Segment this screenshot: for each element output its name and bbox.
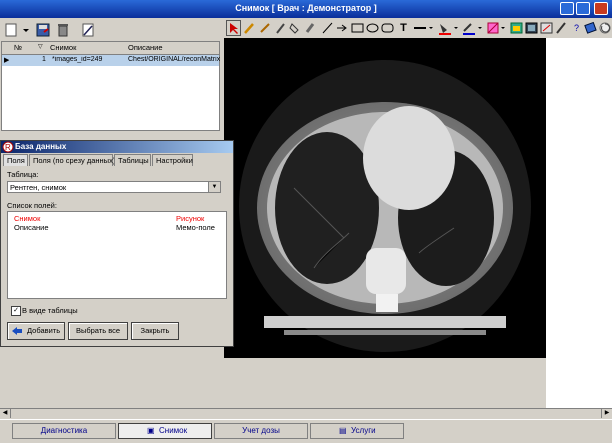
eraser-icon[interactable] <box>303 20 318 36</box>
chevron-down-icon[interactable]: ▼ <box>208 182 220 192</box>
column-header-image[interactable]: Снимок <box>50 43 76 52</box>
add-button[interactable]: Добавить <box>7 322 65 340</box>
tab-tables[interactable]: Таблицы <box>114 154 151 166</box>
tab-dose-accounting[interactable]: Учет дозы <box>214 423 308 439</box>
brush-icon[interactable] <box>258 20 273 36</box>
tab-image[interactable]: ▣ Снимок <box>118 423 212 439</box>
field-name[interactable]: Снимок <box>14 214 40 223</box>
table-row[interactable]: ▶ 1 *images_id=249 Chest/ORIGINAL/reconM… <box>2 55 220 66</box>
scroll-right-icon[interactable]: ▶ <box>601 409 612 418</box>
right-panel <box>546 38 612 408</box>
field-type: Мемо-поле <box>176 223 215 232</box>
tab-image-label: Снимок <box>159 426 188 435</box>
ct-scan-image <box>239 60 531 352</box>
maximize-button[interactable] <box>576 2 590 15</box>
database-icon[interactable] <box>583 20 598 36</box>
title-bar: Снимок [ Врач : Демонстратор ] <box>0 0 612 18</box>
line-style-icon[interactable] <box>412 20 436 36</box>
rectangle-icon[interactable] <box>350 20 365 36</box>
pencil-icon[interactable] <box>242 20 257 36</box>
bottom-tab-bar: Диагностика ▣ Снимок Учет дозы ▤ Услуги <box>0 419 612 443</box>
field-name[interactable]: Описание <box>14 223 49 232</box>
table-select-value: Рентген, снимок <box>10 183 67 192</box>
refresh-icon[interactable] <box>598 20 612 36</box>
table-select[interactable]: Рентген, снимок ▼ <box>7 181 221 193</box>
tab-services[interactable]: ▤ Услуги <box>310 423 404 439</box>
minimize-button[interactable] <box>560 2 574 15</box>
dropdown-arrow-icon[interactable] <box>21 22 31 38</box>
marker-icon[interactable] <box>273 20 288 36</box>
invert-icon[interactable] <box>524 20 539 36</box>
add-button-label: Добавить <box>27 326 61 335</box>
records-grid[interactable]: № ▽ Снимок Описание ▶ 1 *images_id=249 C… <box>1 41 220 131</box>
fill-icon[interactable] <box>288 20 303 36</box>
as-table-label: В виде таблицы <box>22 306 78 315</box>
line-icon[interactable] <box>320 20 335 36</box>
trash-icon[interactable] <box>55 22 71 38</box>
edit-icon[interactable] <box>80 22 96 38</box>
services-icon: ▤ <box>339 426 347 435</box>
image-icon: ▣ <box>147 426 155 435</box>
app-logo-icon: R <box>2 141 14 153</box>
sort-icon: ▽ <box>38 44 43 50</box>
dialog-title: База данных <box>15 142 67 151</box>
fields-list-label: Список полей: <box>7 201 57 210</box>
close-button[interactable] <box>594 2 608 15</box>
fields-list[interactable]: Снимок Рисунок Описание Мемо-поле <box>7 211 227 299</box>
dialog-title-bar[interactable]: R База данных <box>1 141 233 153</box>
new-doc-icon[interactable] <box>3 22 19 38</box>
svg-text:R: R <box>5 143 11 152</box>
close-dialog-button[interactable]: Закрыть <box>131 322 179 340</box>
column-header-description[interactable]: Описание <box>128 43 163 52</box>
row-description: Chest/ORIGINAL/reconMatrix <box>128 56 220 63</box>
measure-icon[interactable] <box>539 20 554 36</box>
tab-diagnostics[interactable]: Диагностика <box>12 423 116 439</box>
table-label: Таблица: <box>7 170 39 179</box>
window-title: Снимок [ Врач : Демонстратор ] <box>235 3 377 13</box>
help-icon[interactable]: ? <box>569 20 584 36</box>
field-type: Рисунок <box>176 214 205 223</box>
xray-image-view[interactable] <box>224 38 546 358</box>
arrow-left-icon <box>12 327 22 335</box>
column-header-number[interactable]: № <box>14 43 22 52</box>
lens-icon[interactable] <box>554 20 569 36</box>
scroll-left-icon[interactable]: ◀ <box>0 409 11 418</box>
database-dialog: R База данных Поля Поля (по срезу данных… <box>0 140 234 347</box>
ellipse-icon[interactable] <box>365 20 380 36</box>
as-table-checkbox[interactable]: ✓ <box>11 306 21 316</box>
rounded-rect-icon[interactable] <box>380 20 395 36</box>
tab-fields[interactable]: Поля <box>3 154 28 166</box>
row-pointer-icon: ▶ <box>4 57 10 64</box>
tab-settings[interactable]: Настройки <box>152 154 193 166</box>
text-icon[interactable]: T <box>396 20 411 36</box>
row-number: 1 <box>42 56 46 63</box>
save-icon[interactable] <box>35 22 51 38</box>
histogram-icon[interactable] <box>509 20 524 36</box>
grid-header: № ▽ Снимок Описание <box>2 42 219 55</box>
color-fill-icon[interactable] <box>437 20 461 36</box>
horizontal-scrollbar[interactable]: ◀ ▶ <box>0 408 612 419</box>
line-color-icon[interactable] <box>461 20 485 36</box>
pointer-icon[interactable] <box>226 20 241 36</box>
arrow-icon[interactable] <box>335 20 350 36</box>
select-all-button[interactable]: Выбрать все <box>68 322 128 340</box>
row-image: *images_id=249 <box>52 56 103 63</box>
ruler-icon[interactable] <box>486 20 508 36</box>
tab-services-label: Услуги <box>351 426 376 435</box>
tab-fields-by-slice[interactable]: Поля (по срезу данных) <box>29 154 115 166</box>
